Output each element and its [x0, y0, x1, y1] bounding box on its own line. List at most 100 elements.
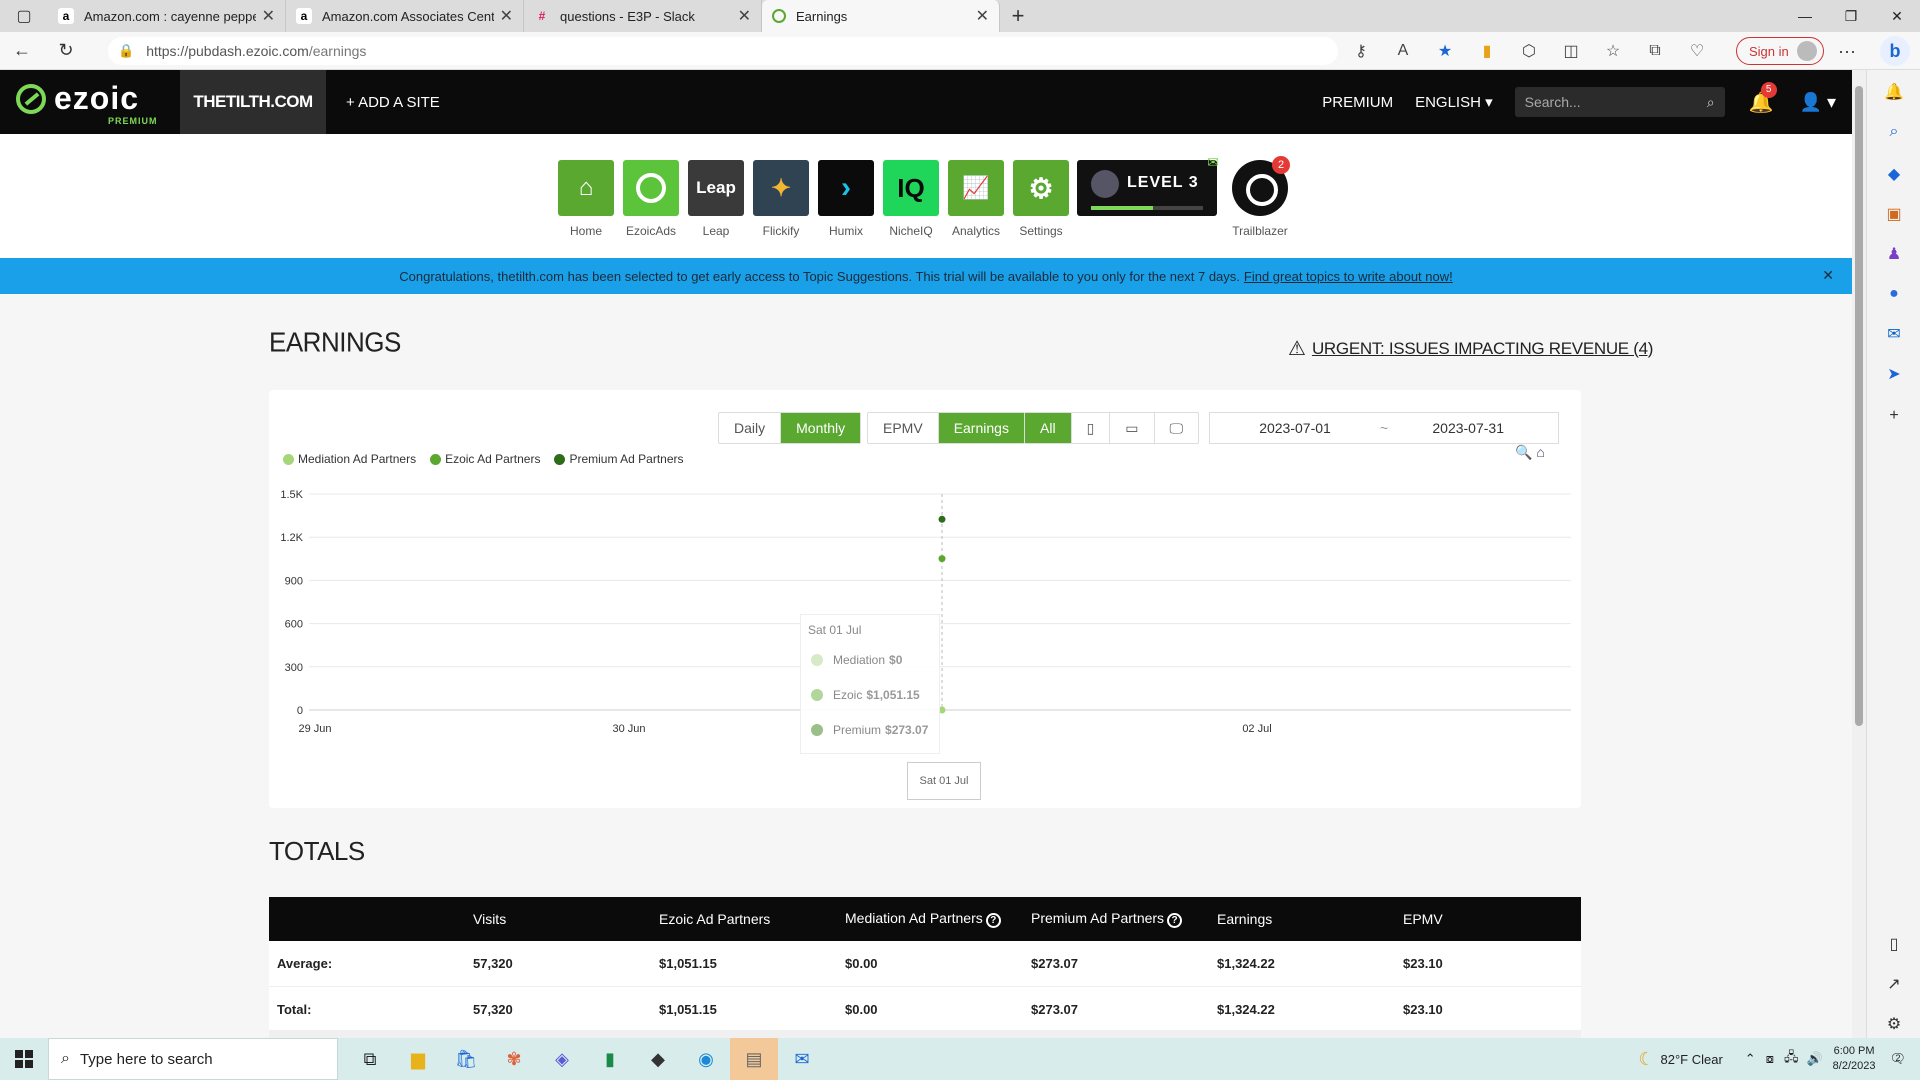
key-icon[interactable]: ⚷	[1340, 41, 1382, 61]
legend-item[interactable]: Mediation Ad Partners	[283, 452, 416, 466]
browser-tab-3[interactable]: # questions - E3P - Slack ✕	[524, 0, 762, 32]
close-icon[interactable]: ✕	[1822, 267, 1834, 284]
mobile-icon[interactable]: ▯	[1070, 413, 1110, 443]
app-icon[interactable]: ▮	[586, 1038, 634, 1080]
table-horizontal-scrollbar[interactable]	[269, 1030, 1581, 1038]
weather-icon[interactable]: ☾	[1638, 1049, 1654, 1070]
restore-icon[interactable]: ❐	[1828, 0, 1874, 32]
tray-chevron-icon[interactable]: ⌃	[1745, 1051, 1756, 1067]
browser-essentials-icon[interactable]: ♡	[1676, 41, 1718, 61]
app-icon[interactable]: ◈	[538, 1038, 586, 1080]
sidebar-toggle-icon[interactable]: ▯	[1880, 930, 1908, 958]
level-badge[interactable]: LEVEL 3 ✉	[1077, 154, 1219, 216]
volume-icon[interactable]: 🔊	[1806, 1051, 1822, 1067]
app-trailblazer[interactable]: 2 Trailblazer	[1228, 156, 1292, 238]
help-icon[interactable]: ?	[1167, 913, 1183, 928]
browser-tab-1[interactable]: a Amazon.com : cayenne pepper b ✕	[48, 0, 286, 32]
browser-tab-2[interactable]: a Amazon.com Associates Central ✕	[286, 0, 524, 32]
app-ezoicads[interactable]: EzoicAds	[623, 160, 679, 238]
weather-text[interactable]: 82°F Clear	[1661, 1052, 1723, 1067]
search-input[interactable]: Search... ⌕	[1514, 87, 1725, 117]
tag-icon[interactable]: ◆	[1880, 160, 1908, 188]
browser-tab-4[interactable]: Earnings ✕	[762, 0, 1000, 32]
desktop-icon[interactable]: 🖵	[1153, 413, 1199, 443]
app-leap[interactable]: Leap Leap	[688, 160, 744, 238]
back-icon[interactable]: ←	[0, 32, 44, 70]
favorites-icon[interactable]: ☆	[1592, 41, 1634, 61]
app-flickify[interactable]: ✦ Flickify	[753, 160, 809, 238]
office-icon[interactable]: ●	[1880, 280, 1908, 308]
banner-link[interactable]: Find great topics to write about now!	[1244, 269, 1453, 284]
collections-icon[interactable]: ⧉	[1634, 42, 1676, 60]
clock[interactable]: 6:00 PM 8/2/2023	[1833, 1044, 1876, 1074]
app-icon[interactable]: ✾	[490, 1038, 538, 1080]
user-menu-icon[interactable]: 👤 ▾	[1800, 92, 1836, 113]
windows-start-icon[interactable]	[0, 1038, 48, 1080]
app-humix[interactable]: › Humix	[818, 160, 874, 238]
legend-item[interactable]: Ezoic Ad Partners	[430, 452, 540, 466]
mail-icon[interactable]: ✉	[778, 1038, 826, 1080]
games-icon[interactable]: ♟	[1880, 240, 1908, 268]
network-icon[interactable]: 🖧	[1784, 1048, 1799, 1070]
app-settings[interactable]: ⚙ Settings	[1013, 160, 1069, 238]
search-icon[interactable]: ⌕	[1707, 94, 1715, 111]
store-icon[interactable]: 🛍	[442, 1038, 490, 1080]
legend-item[interactable]: Premium Ad Partners	[554, 452, 684, 466]
extensions-icon[interactable]: ⬡	[1508, 41, 1550, 61]
tab-actions-icon[interactable]: ▢	[0, 0, 48, 32]
site-selector[interactable]: THETILTH.COM	[180, 70, 326, 134]
close-window-icon[interactable]: ✕	[1874, 0, 1920, 32]
ezoic-logo[interactable]: ezoic PREMIUM	[16, 80, 157, 126]
page-scrollbar[interactable]	[1852, 70, 1866, 1038]
urgent-issues-link[interactable]: ⚠ URGENT: ISSUES IMPACTING REVENUE (4)	[1288, 336, 1653, 361]
bing-icon[interactable]: b	[1880, 36, 1910, 66]
close-tab-icon[interactable]: ✕	[262, 6, 275, 26]
extension-chart-icon[interactable]: ▮	[1466, 41, 1508, 61]
app-home[interactable]: ⌂ Home	[558, 160, 614, 238]
task-view-icon[interactable]: ⧉	[346, 1038, 394, 1080]
daily-button[interactable]: Daily	[719, 413, 780, 443]
date-from[interactable]: 2023-07-01	[1210, 420, 1380, 436]
favorite-star-icon[interactable]: ★	[1424, 41, 1466, 61]
notifications-bell-icon[interactable]: 🔔 5	[1749, 81, 1777, 115]
help-icon[interactable]: ?	[985, 913, 1001, 928]
epmv-button[interactable]: EPMV	[868, 413, 938, 443]
reset-home-icon[interactable]: ⌂	[1536, 444, 1544, 460]
all-devices-button[interactable]: All	[1025, 413, 1071, 443]
close-tab-icon[interactable]: ✕	[500, 6, 513, 26]
search-icon[interactable]: ⌕	[1880, 118, 1908, 146]
language-selector[interactable]: ENGLISH ▾	[1415, 93, 1493, 111]
drop-icon[interactable]: ➤	[1880, 360, 1908, 388]
premium-link[interactable]: PREMIUM	[1322, 94, 1393, 111]
bell-icon[interactable]: 🔔	[1880, 78, 1908, 106]
close-tab-icon[interactable]: ✕	[976, 6, 989, 26]
url-field[interactable]: 🔒 https://pubdash.ezoic.com/earnings	[108, 37, 1338, 65]
scrollbar-thumb[interactable]	[1855, 86, 1863, 726]
open-external-icon[interactable]: ↗	[1880, 970, 1908, 998]
app-nicheiq[interactable]: IQ NicheIQ	[883, 160, 939, 238]
date-to[interactable]: 2023-07-31	[1388, 420, 1548, 436]
briefcase-icon[interactable]: ▣	[1880, 200, 1908, 228]
meet-icon[interactable]: ⧇	[1766, 1051, 1774, 1067]
sign-in-button[interactable]: Sign in	[1736, 37, 1824, 65]
new-tab-button[interactable]: +	[1000, 0, 1036, 32]
edge-browser-icon[interactable]: ◉	[682, 1038, 730, 1080]
split-screen-icon[interactable]: ◫	[1550, 41, 1592, 61]
close-tab-icon[interactable]: ✕	[738, 6, 751, 26]
taskbar-search-input[interactable]: ⌕ Type here to search	[48, 1038, 338, 1080]
notification-center-icon[interactable]: 🗨 2	[1889, 1051, 1906, 1067]
app-icon[interactable]: ▤	[730, 1038, 778, 1080]
date-range-picker[interactable]: 2023-07-01 ~ 2023-07-31	[1209, 412, 1559, 444]
earnings-button[interactable]: Earnings	[937, 413, 1024, 443]
add-icon[interactable]: +	[1880, 402, 1908, 430]
minimize-icon[interactable]: —	[1782, 0, 1828, 32]
refresh-icon[interactable]: ↻	[44, 32, 88, 70]
file-explorer-icon[interactable]: ▆	[394, 1038, 442, 1080]
add-site-link[interactable]: + ADD A SITE	[346, 70, 440, 134]
monthly-button[interactable]: Monthly	[780, 413, 861, 443]
app-analytics[interactable]: 📈 Analytics	[948, 160, 1004, 238]
outlook-icon[interactable]: ✉	[1880, 320, 1908, 348]
more-menu-icon[interactable]: ···	[1838, 32, 1856, 70]
zoom-icon[interactable]: 🔍	[1515, 444, 1532, 460]
read-aloud-icon[interactable]: A	[1382, 42, 1424, 60]
